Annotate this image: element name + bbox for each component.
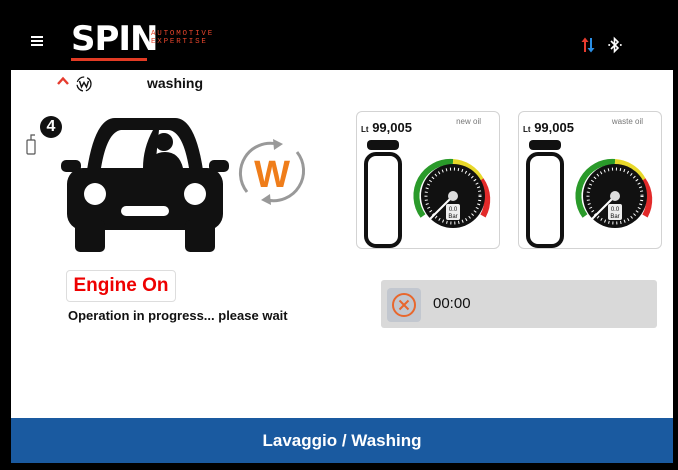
tank-drum-icon <box>526 140 564 248</box>
tank-level-prefix: Lt <box>361 125 369 134</box>
car-icon <box>61 118 229 252</box>
bluetooth-icon[interactable] <box>608 36 622 54</box>
sync-arrows-icon[interactable] <box>580 36 596 54</box>
footer-title-bar: Lavaggio / Washing <box>11 418 673 463</box>
cancel-button[interactable] <box>387 288 421 322</box>
tank-level: Lt 99,005 <box>523 120 574 135</box>
timer-value: 00:00 <box>433 295 471 312</box>
logo-tagline: AUTOMOTIVE EXPERTISE <box>151 30 241 46</box>
cancel-icon <box>392 293 416 317</box>
wash-logo-icon: W <box>238 139 306 205</box>
tank-label: new oil <box>456 117 481 126</box>
gauge-unit: Bar <box>610 214 619 220</box>
timer-panel: 00:00 <box>381 280 657 328</box>
tank-drum-icon <box>364 140 402 248</box>
washing-w-icon <box>76 76 92 92</box>
tank-level-value: 99,005 <box>534 120 574 135</box>
top-bar: SPIN AUTOMOTIVE EXPERTISE <box>11 8 673 70</box>
svg-text:W: W <box>254 154 290 196</box>
gauge-reading: 0.0 <box>449 207 458 213</box>
breadcrumb-label: washing <box>147 75 204 91</box>
menu-icon[interactable] <box>31 36 43 46</box>
engine-status-button[interactable]: Engine On <box>66 270 176 302</box>
gauge-reading: 0.0 <box>611 207 620 213</box>
logo-text: SPIN <box>71 19 159 59</box>
tank-level-prefix: Lt <box>523 125 531 134</box>
gauge-unit: Bar <box>448 214 457 220</box>
waste-oil-tank-panel: Lt 99,005 waste oil 0.0 Bar <box>518 111 662 249</box>
chevron-up-icon[interactable] <box>57 76 69 86</box>
pressure-gauge: 0.0 Bar <box>413 158 491 228</box>
fuel-nozzle-icon <box>26 134 36 155</box>
tank-label: waste oil <box>611 117 643 126</box>
logo-underline <box>71 58 147 61</box>
app-screen: SPIN AUTOMOTIVE EXPERTISE washing 4 W Lt… <box>11 8 673 463</box>
pressure-gauge: 0.0 Bar <box>575 158 653 228</box>
tank-level-value: 99,005 <box>372 120 412 135</box>
logo-tagline-line2: EXPERTISE <box>151 38 208 46</box>
logo-tagline-line1: AUTOMOTIVE <box>151 30 215 38</box>
new-oil-tank-panel: Lt 99,005 new oil 0.0 Bar <box>356 111 500 249</box>
tank-level: Lt 99,005 <box>361 120 412 135</box>
status-message: Operation in progress... please wait <box>68 308 288 323</box>
